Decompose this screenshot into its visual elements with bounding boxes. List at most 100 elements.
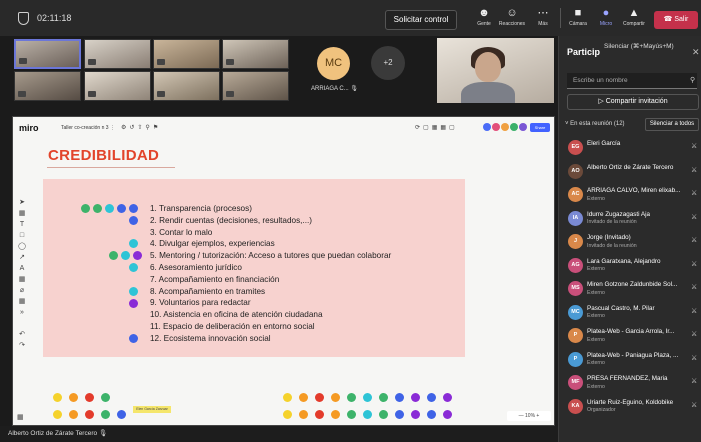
vote-dot[interactable]: [411, 393, 420, 402]
share-button[interactable]: Share: [530, 123, 550, 132]
vote-dot[interactable]: [117, 204, 126, 213]
vote-dot[interactable]: [117, 410, 126, 419]
vote-dot[interactable]: [299, 393, 308, 402]
vote-dot[interactable]: [395, 393, 404, 402]
close-icon[interactable]: ✕: [692, 47, 700, 58]
participant-video[interactable]: [14, 39, 81, 69]
vote-dot[interactable]: [129, 299, 138, 308]
participant-video[interactable]: [153, 71, 220, 101]
vote-dot[interactable]: [427, 410, 436, 419]
vote-dot[interactable]: [331, 393, 340, 402]
mic-muted-icon[interactable]: ⚔: [691, 377, 697, 385]
participant-row[interactable]: MC Pascual Castro, M. Pilar Externo ⚔: [559, 301, 701, 325]
vote-dot[interactable]: [299, 410, 308, 419]
vote-dot[interactable]: [101, 393, 110, 402]
vote-dot[interactable]: [93, 204, 102, 213]
participant-row[interactable]: MS Miren Gotzone Zaldunbide Sol... Externo…: [559, 277, 701, 301]
participant-video[interactable]: [84, 71, 151, 101]
shared-screen-miro[interactable]: miro Taller co-creación n 3 ⋮ ⚙↺⇧⚲⚑ ⟳▢▦▦…: [12, 116, 555, 426]
participant-row[interactable]: MF PRESA FERNANDEZ, Maria Externo ⚔: [559, 371, 701, 395]
vote-dot[interactable]: [129, 334, 138, 343]
mic-muted-icon[interactable]: ⚔: [691, 166, 697, 174]
participant-row[interactable]: P Platea-Web - Paniagua Plaza, ... Externo…: [559, 348, 701, 372]
vote-dot[interactable]: [105, 204, 114, 213]
vote-dot[interactable]: [427, 393, 436, 402]
share-button[interactable]: ▲ Compartir: [620, 7, 648, 27]
vote-dot[interactable]: [379, 393, 388, 402]
vote-dot[interactable]: [411, 410, 420, 419]
vote-dot[interactable]: [347, 410, 356, 419]
credibility-panel[interactable]: 1. Transparencia (procesos) 2. Rendir cue…: [43, 179, 465, 357]
participant-video[interactable]: [153, 39, 220, 69]
vote-dot[interactable]: [363, 393, 372, 402]
vote-dot[interactable]: [283, 393, 292, 402]
vote-dot[interactable]: [331, 410, 340, 419]
vote-dot[interactable]: [53, 393, 62, 402]
vote-dot[interactable]: [129, 216, 138, 225]
participant-video[interactable]: [14, 71, 81, 101]
vote-dot[interactable]: [283, 410, 292, 419]
participant-row[interactable]: EG Eleri García ⚔: [559, 136, 701, 160]
vote-dot[interactable]: [101, 410, 110, 419]
mic-muted-icon[interactable]: ⚔: [691, 307, 697, 315]
vote-dot[interactable]: [81, 204, 90, 213]
search-input[interactable]: Escribe un nombre: [567, 73, 697, 89]
participant-video[interactable]: [84, 39, 151, 69]
self-video[interactable]: [437, 38, 554, 103]
participant-video[interactable]: [222, 71, 289, 101]
vote-dot[interactable]: [129, 287, 138, 296]
mic-button[interactable]: ● Micro: [592, 7, 620, 27]
mic-muted-icon[interactable]: ⚔: [691, 260, 697, 268]
board-name[interactable]: Taller co-creación n 3 ⋮: [61, 125, 115, 131]
participant-row[interactable]: KA Uriarte Ruiz-Eguino, Koldobike Organiza…: [559, 395, 701, 419]
mic-muted-icon[interactable]: ⚔: [691, 354, 697, 362]
mic-muted-icon[interactable]: ⚔: [691, 330, 697, 338]
participant-video[interactable]: [222, 39, 289, 69]
mic-muted-icon[interactable]: ⚔: [691, 142, 697, 150]
vote-dot[interactable]: [69, 410, 78, 419]
vote-dot[interactable]: [85, 393, 94, 402]
board-view-tools[interactable]: ⟳▢▦▦▢: [415, 124, 458, 131]
board-tools[interactable]: ⚙↺⇧⚲⚑: [121, 124, 161, 131]
search-icon[interactable]: ⚲: [690, 76, 695, 84]
miro-left-toolbar[interactable]: ➤ ▦ T □ ◯ ↗ A ▦ ⌀ ▦» ↶ ↷: [17, 197, 27, 351]
in-meeting-header[interactable]: ˅ En esta reunión (12): [565, 121, 625, 127]
vote-dot[interactable]: [443, 410, 452, 419]
participant-row[interactable]: AO Alberto Ortiz de Zárate Tercero ⚔: [559, 160, 701, 184]
mic-muted-icon[interactable]: ⚔: [691, 236, 697, 244]
leave-button[interactable]: ☎ Salir: [654, 11, 698, 29]
avatar[interactable]: MC: [317, 47, 350, 80]
mic-muted-icon[interactable]: ⚔: [691, 213, 697, 221]
vote-dot[interactable]: [363, 410, 372, 419]
participant-row[interactable]: AG Lara Garatxana, Alejandro Externo ⚔: [559, 254, 701, 278]
participant-row[interactable]: IA Idurre Zugazagasti Aja Invitado de la r…: [559, 207, 701, 231]
share-invite-button[interactable]: ▷ Compartir invitación: [567, 94, 699, 110]
vote-dot[interactable]: [69, 393, 78, 402]
vote-dot[interactable]: [443, 393, 452, 402]
participant-row[interactable]: P Platea-Web - Garcia Arrola, Ir... Extern…: [559, 324, 701, 348]
vote-dot[interactable]: [129, 263, 138, 272]
mic-muted-icon[interactable]: ⚔: [691, 189, 697, 197]
participant-row[interactable]: AC ARRIAGA CALVO, Miren elixab... Externo ⚔: [559, 183, 701, 207]
camera-button[interactable]: ■ Cámara: [564, 7, 592, 27]
vote-dot[interactable]: [129, 239, 138, 248]
board-panel-icon[interactable]: ▦: [17, 413, 24, 421]
zoom-control[interactable]: — 10% +: [507, 411, 551, 421]
participant-row[interactable]: J Jorge (Invitado) Invitado de la reunión ⚔: [559, 230, 701, 254]
vote-dot[interactable]: [85, 410, 94, 419]
overflow-participants-button[interactable]: +2: [371, 46, 405, 80]
people-button[interactable]: ☻ Gente: [470, 7, 498, 27]
vote-dot[interactable]: [347, 393, 356, 402]
vote-dot[interactable]: [121, 251, 130, 260]
vote-dot[interactable]: [315, 410, 324, 419]
vote-dot[interactable]: [315, 393, 324, 402]
reactions-button[interactable]: ☺ Reacciones: [498, 7, 526, 27]
request-control-button[interactable]: Solicitar control: [385, 10, 457, 30]
mute-all-button[interactable]: Silenciar a todos: [645, 118, 699, 131]
vote-dot[interactable]: [133, 251, 142, 260]
vote-dot[interactable]: [395, 410, 404, 419]
vote-dot[interactable]: [129, 204, 138, 213]
sticky-note[interactable]: Elen García Zarzuar: [133, 406, 171, 413]
more-button[interactable]: ⋯ Más: [529, 7, 557, 27]
vote-dot[interactable]: [109, 251, 118, 260]
